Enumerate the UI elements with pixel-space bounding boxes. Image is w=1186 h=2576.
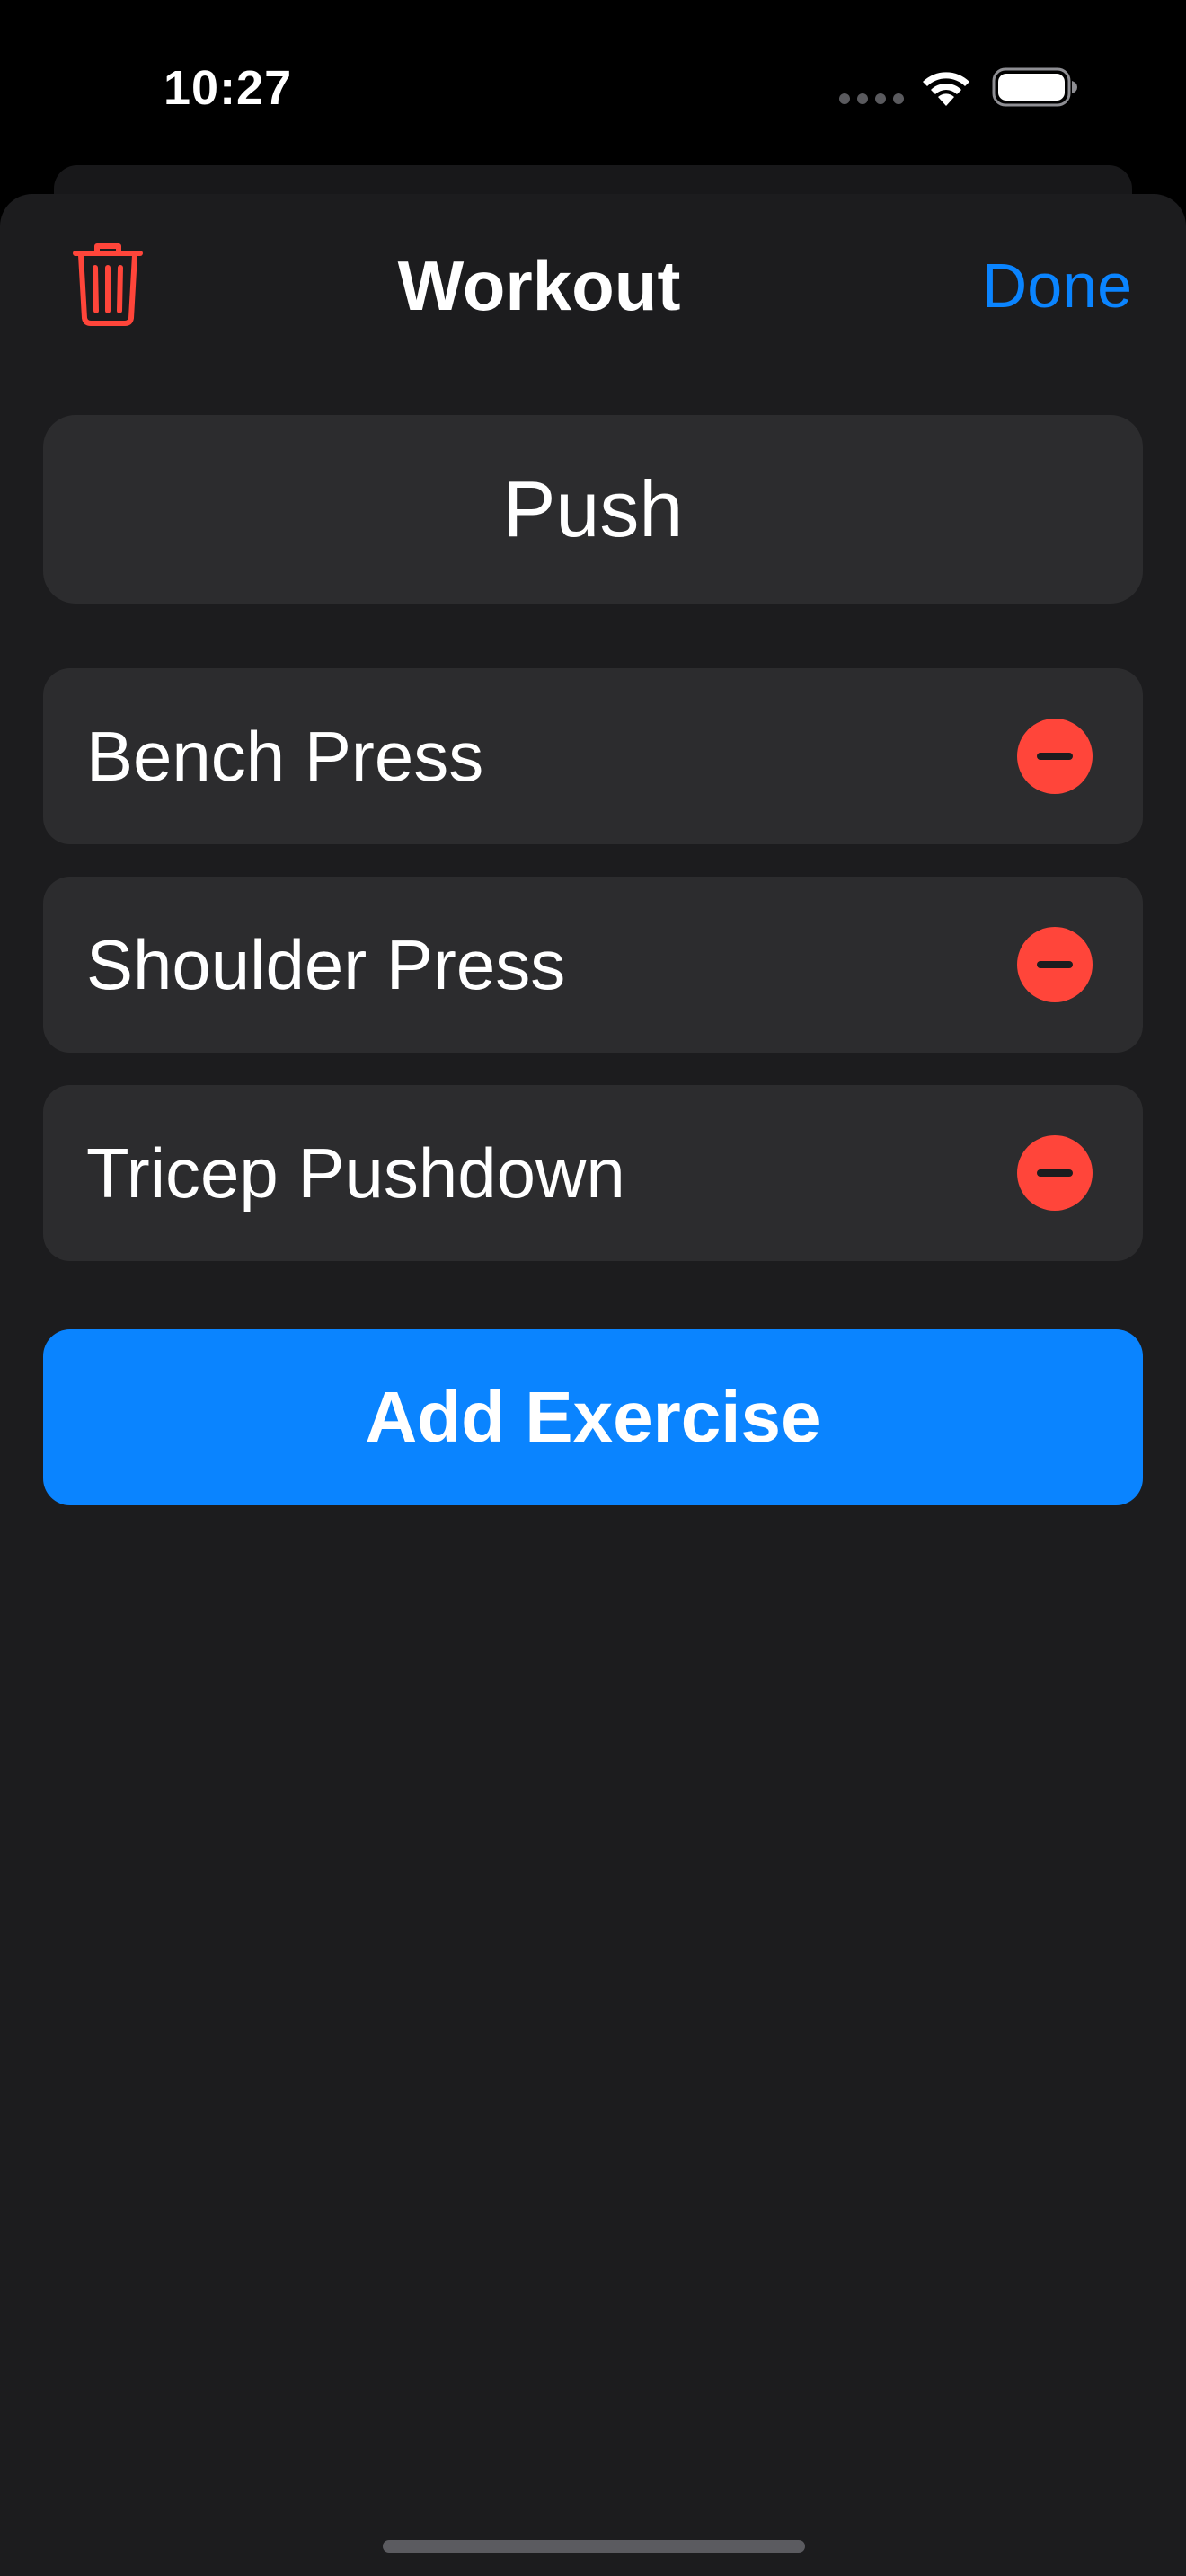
delete-workout-button[interactable]	[65, 237, 151, 332]
battery-icon	[992, 67, 1077, 107]
exercise-row: Bench Press	[43, 668, 1143, 844]
workout-sheet: Workout Done Bench Press Shoulder Press …	[0, 194, 1186, 2576]
exercise-name: Bench Press	[86, 717, 484, 796]
home-indicator	[383, 2540, 805, 2553]
trash-icon	[73, 243, 143, 326]
remove-exercise-button[interactable]	[1017, 927, 1093, 1002]
exercise-name: Shoulder Press	[86, 925, 566, 1004]
minus-icon	[1037, 961, 1073, 968]
status-time: 10:27	[164, 61, 293, 115]
page-title: Workout	[397, 246, 681, 325]
wifi-icon	[923, 72, 969, 106]
cellular-signal-icon	[839, 93, 904, 104]
remove-exercise-button[interactable]	[1017, 719, 1093, 794]
minus-icon	[1037, 1169, 1073, 1177]
workout-name-field[interactable]	[43, 415, 1143, 604]
done-button[interactable]: Done	[916, 241, 1132, 331]
exercise-row: Shoulder Press	[43, 877, 1143, 1053]
add-exercise-button[interactable]: Add Exercise	[43, 1329, 1143, 1505]
status-bar: 10:27	[0, 0, 1186, 171]
remove-exercise-button[interactable]	[1017, 1135, 1093, 1211]
exercise-name: Tricep Pushdown	[86, 1134, 625, 1213]
minus-icon	[1037, 753, 1073, 760]
exercise-row: Tricep Pushdown	[43, 1085, 1143, 1261]
